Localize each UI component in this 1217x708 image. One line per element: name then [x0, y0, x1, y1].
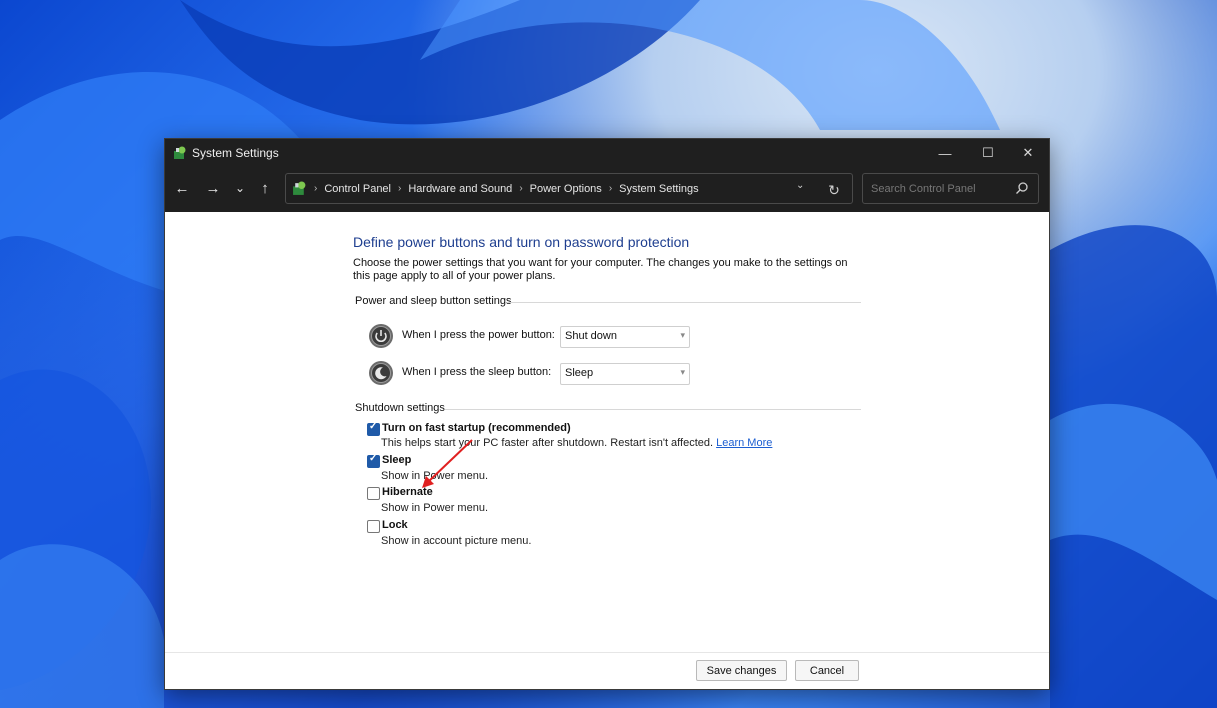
dialog-footer: Save changes Cancel	[165, 652, 1049, 689]
sleep-button-icon	[369, 361, 393, 385]
lock-option-title: Lock	[382, 519, 408, 531]
close-button[interactable]: ✕	[1008, 139, 1048, 167]
breadcrumb-control-panel[interactable]: Control Panel	[324, 183, 391, 195]
sleep-button-label: When I press the sleep button:	[402, 366, 552, 378]
control-panel-icon	[174, 146, 186, 159]
chevron-right-icon[interactable]: ›	[609, 183, 612, 194]
address-dropdown-icon[interactable]: ⌄	[796, 180, 804, 191]
page-description: Choose the power settings that you want …	[353, 257, 848, 282]
save-changes-button[interactable]: Save changes	[696, 660, 787, 681]
group-divider	[445, 409, 861, 410]
control-panel-icon	[293, 181, 306, 195]
hibernate-option-title: Hibernate	[382, 486, 433, 498]
hibernate-option-description: Show in Power menu.	[381, 502, 488, 514]
up-arrow-icon[interactable]: ↑	[254, 177, 276, 199]
window-title: System Settings	[192, 146, 279, 160]
chevron-right-icon: ›	[314, 183, 318, 194]
chevron-right-icon[interactable]: ›	[519, 183, 522, 194]
shutdown-group-label: Shutdown settings	[355, 402, 445, 414]
chevron-right-icon[interactable]: ›	[398, 183, 401, 194]
sleep-button-value: Sleep	[565, 367, 594, 379]
fast-startup-checkbox[interactable]	[367, 421, 380, 436]
fast-startup-text: This helps start your PC faster after sh…	[381, 437, 714, 449]
sleep-button-select[interactable]: Sleep ▾	[560, 363, 690, 385]
system-settings-window: System Settings — ☐ ✕ ← → ⌄ ↑ › Control …	[164, 138, 1050, 690]
search-icon[interactable]	[1015, 181, 1029, 195]
settings-content: Define power buttons and turn on passwor…	[165, 212, 1049, 652]
search-input[interactable]	[869, 178, 1013, 200]
power-button-icon	[369, 324, 393, 348]
sleep-option-title: Sleep	[382, 454, 412, 466]
breadcrumb-system-settings[interactable]: System Settings	[619, 183, 698, 195]
breadcrumb-hardware-and-sound[interactable]: Hardware and Sound	[408, 183, 512, 195]
minimize-button[interactable]: —	[925, 139, 965, 167]
search-box[interactable]	[862, 173, 1039, 204]
lock-checkbox[interactable]	[367, 520, 380, 533]
chevron-down-icon: ▾	[680, 330, 685, 340]
lock-option-description: Show in account picture menu.	[381, 535, 532, 547]
fast-startup-title: Turn on fast startup (recommended)	[382, 422, 571, 434]
breadcrumb-power-options[interactable]: Power Options	[530, 183, 602, 195]
power-button-label: When I press the power button:	[402, 329, 555, 341]
hibernate-checkbox[interactable]	[367, 487, 380, 500]
maximize-button[interactable]: ☐	[968, 139, 1008, 167]
fast-startup-description: This helps start your PC faster after sh…	[381, 437, 772, 449]
forward-arrow-icon[interactable]: →	[202, 177, 224, 199]
power-sleep-group-label: Power and sleep button settings	[355, 295, 512, 307]
learn-more-link[interactable]: Learn More	[716, 437, 772, 449]
navigation-bar: ← → ⌄ ↑ › Control Panel › Hardware and S…	[165, 167, 1049, 212]
cancel-button[interactable]: Cancel	[795, 660, 859, 681]
sleep-checkbox[interactable]	[367, 453, 380, 468]
recent-locations-icon[interactable]: ⌄	[229, 177, 251, 199]
title-bar: System Settings — ☐ ✕	[165, 139, 1049, 167]
power-button-select[interactable]: Shut down ▾	[560, 326, 690, 348]
page-title: Define power buttons and turn on passwor…	[353, 234, 690, 250]
chevron-down-icon: ▾	[680, 367, 685, 377]
back-arrow-icon[interactable]: ←	[171, 177, 193, 199]
address-bar[interactable]: › Control Panel › Hardware and Sound › P…	[285, 173, 853, 204]
group-divider	[507, 302, 861, 303]
refresh-icon[interactable]: ↻	[823, 179, 845, 201]
power-button-value: Shut down	[565, 330, 617, 342]
sleep-option-description: Show in Power menu.	[381, 470, 488, 482]
